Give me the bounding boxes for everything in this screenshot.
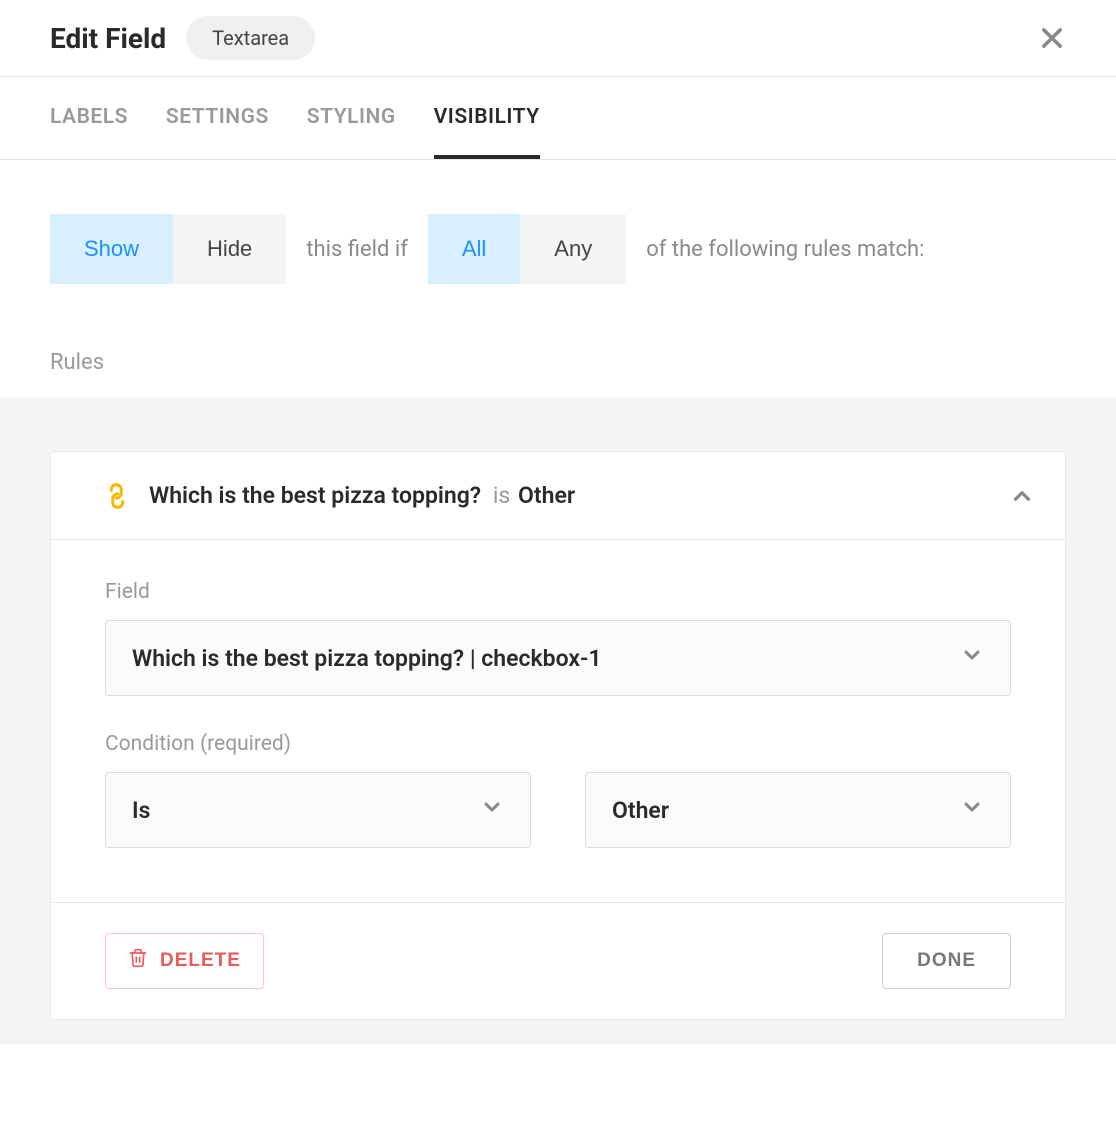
toggle-any[interactable]: Any: [520, 214, 626, 284]
show-hide-toggle: Show Hide: [50, 214, 286, 284]
rule-card: Which is the best pizza topping? is Othe…: [50, 451, 1066, 1020]
condition-row: Is Other: [105, 772, 1011, 848]
delete-label: DELETE: [160, 950, 241, 972]
trash-icon: [128, 948, 148, 974]
condition-label: Condition (required): [105, 732, 1011, 756]
toggle-show[interactable]: Show: [50, 214, 173, 284]
header-left: Edit Field Textarea: [50, 16, 315, 60]
chevron-down-icon: [480, 795, 504, 825]
page-title: Edit Field: [50, 22, 166, 55]
condition-value-select[interactable]: Other: [585, 772, 1011, 848]
condition-op-select[interactable]: Is: [105, 772, 531, 848]
tab-labels[interactable]: LABELS: [50, 77, 128, 159]
condition-value: Other: [612, 797, 669, 824]
visibility-controls: Show Hide this field if All Any of the f…: [0, 160, 1116, 284]
field-type-badge: Textarea: [186, 16, 315, 60]
field-label: Field: [105, 580, 1011, 604]
summary-field: Which is the best pizza topping?: [149, 482, 481, 509]
rules-section-label: Rules: [0, 284, 1116, 397]
summary-op: is: [493, 482, 510, 509]
tab-settings[interactable]: SETTINGS: [166, 77, 269, 159]
toggle-hide[interactable]: Hide: [173, 214, 286, 284]
chevron-up-icon: [1009, 483, 1035, 509]
tab-bar: LABELS SETTINGS STYLING VISIBILITY: [0, 77, 1116, 160]
conj-text-2: of the following rules match:: [646, 237, 924, 262]
dialog-header: Edit Field Textarea: [0, 0, 1116, 77]
rules-container: Which is the best pizza topping? is Othe…: [0, 397, 1116, 1044]
all-any-toggle: All Any: [428, 214, 626, 284]
rule-body: Field Which is the best pizza topping? |…: [51, 540, 1065, 902]
tab-styling[interactable]: STYLING: [307, 77, 396, 159]
rule-summary-left: Which is the best pizza topping? is Othe…: [105, 482, 575, 509]
chevron-down-icon: [960, 643, 984, 673]
field-group-condition: Condition (required) Is Other: [105, 732, 1011, 848]
field-select[interactable]: Which is the best pizza topping? | check…: [105, 620, 1011, 696]
rule-summary-text: Which is the best pizza topping? is Othe…: [149, 482, 575, 509]
done-button[interactable]: DONE: [882, 933, 1011, 989]
link-icon: [100, 479, 134, 513]
field-group-field: Field Which is the best pizza topping? |…: [105, 580, 1011, 696]
conj-text-1: this field if: [306, 237, 408, 262]
field-select-value: Which is the best pizza topping? | check…: [132, 645, 602, 672]
rule-footer: DELETE DONE: [51, 902, 1065, 1019]
chevron-down-icon: [960, 795, 984, 825]
rule-summary-row[interactable]: Which is the best pizza topping? is Othe…: [51, 452, 1065, 540]
tab-visibility[interactable]: VISIBILITY: [434, 77, 540, 159]
close-icon[interactable]: [1038, 24, 1066, 52]
condition-op-value: Is: [132, 797, 150, 824]
summary-value: Other: [518, 482, 575, 509]
toggle-all[interactable]: All: [428, 214, 520, 284]
delete-button[interactable]: DELETE: [105, 933, 264, 989]
